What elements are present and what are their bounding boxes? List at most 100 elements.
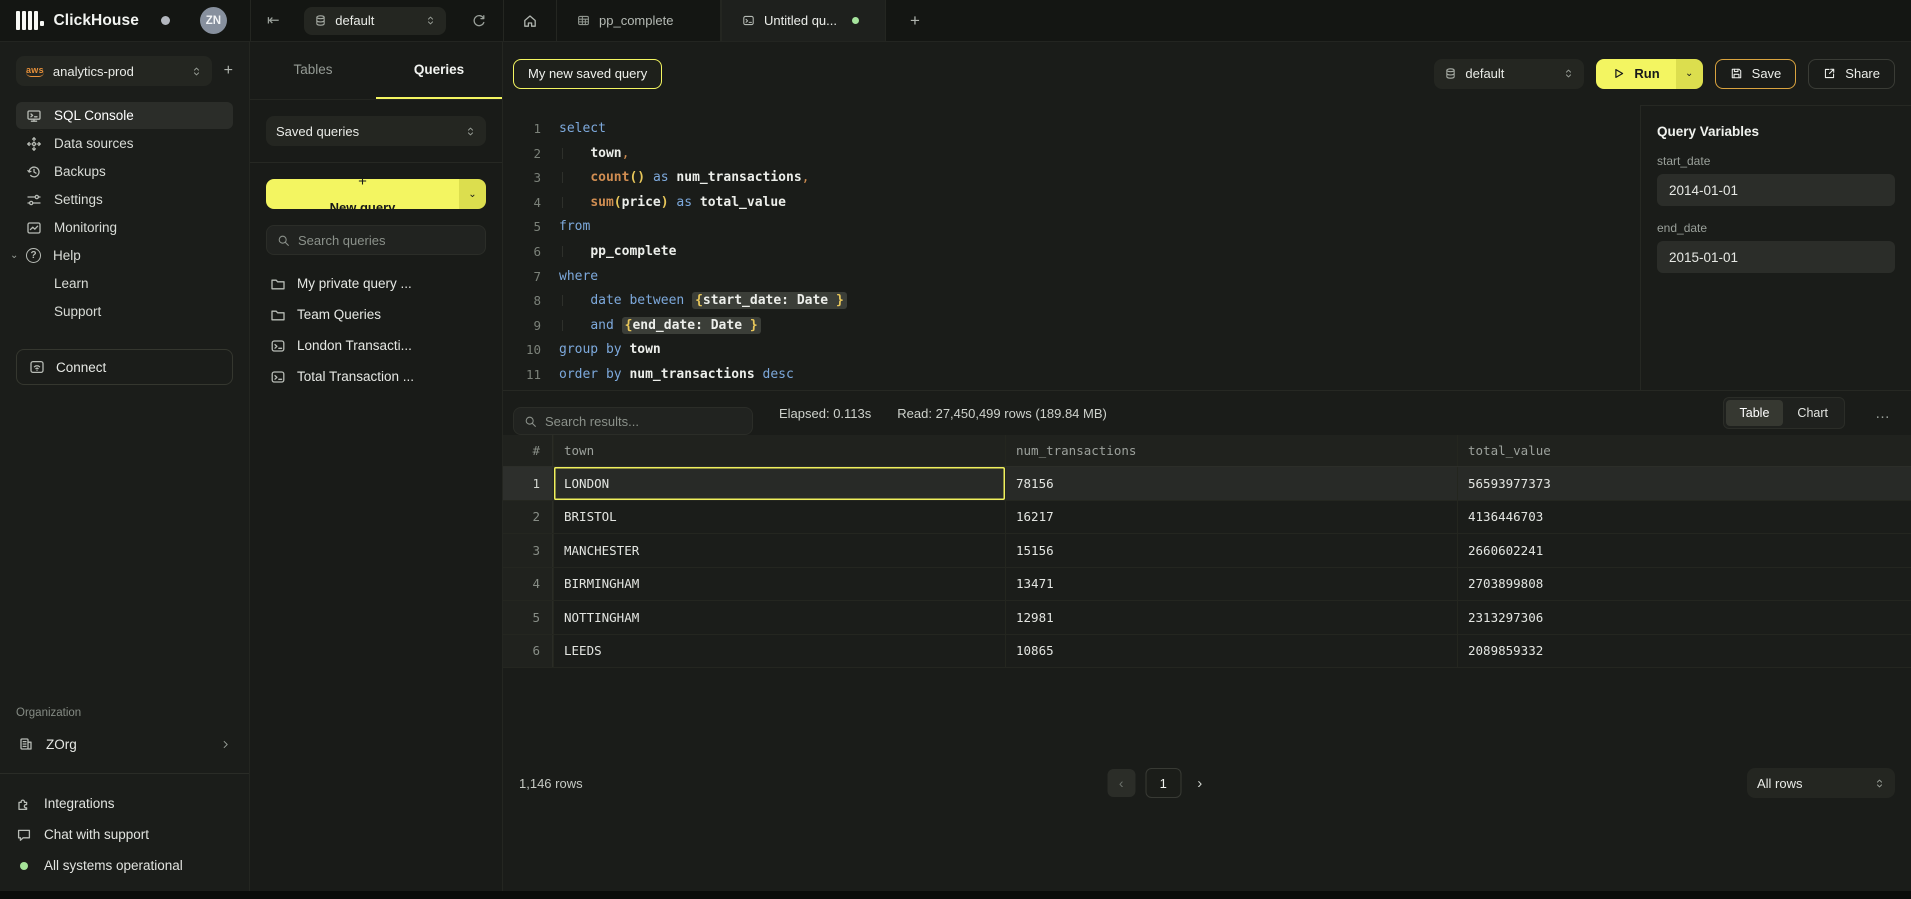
- start-date-input[interactable]: [1657, 174, 1895, 206]
- editor-database-select[interactable]: default: [1434, 59, 1584, 89]
- avatar[interactable]: ZN: [200, 7, 227, 34]
- new-query-more-button[interactable]: ⌄: [459, 179, 486, 209]
- table-cell[interactable]: LEEDS: [553, 635, 1005, 667]
- sidebar-item-chat-support[interactable]: Chat with support: [16, 821, 233, 848]
- sidebar-item-sql-console[interactable]: SQL Console: [16, 102, 233, 129]
- table-cell[interactable]: 2703899808: [1457, 568, 1911, 601]
- results-section: Elapsed: 0.113s Read: 27,450,499 rows (1…: [503, 390, 1911, 899]
- connect-button[interactable]: Connect: [16, 349, 233, 385]
- sidebar-item-learn[interactable]: Learn: [16, 270, 233, 297]
- table-cell[interactable]: 56593977373: [1457, 467, 1911, 500]
- tab-tables[interactable]: Tables: [250, 42, 376, 99]
- prev-page-button[interactable]: ‹: [1107, 769, 1135, 797]
- row-number: 4: [503, 568, 553, 601]
- list-item-query[interactable]: London Transacti...: [266, 331, 486, 360]
- query-search[interactable]: [266, 225, 486, 255]
- run-button[interactable]: Run ⌄: [1596, 59, 1702, 89]
- tab-pp-complete[interactable]: pp_complete: [556, 0, 721, 41]
- collapse-sidebar-icon[interactable]: ⇤: [267, 13, 280, 28]
- view-table-button[interactable]: Table: [1726, 400, 1784, 426]
- table-cell[interactable]: 4136446703: [1457, 501, 1911, 534]
- home-button[interactable]: [504, 0, 556, 41]
- column-header-total-value[interactable]: total_value: [1457, 435, 1911, 466]
- view-chart-button[interactable]: Chart: [1783, 400, 1842, 426]
- table-cell[interactable]: MANCHESTER: [553, 534, 1005, 567]
- list-item-query[interactable]: Total Transaction ...: [266, 362, 486, 391]
- table-cell[interactable]: 12981: [1005, 601, 1457, 634]
- table-cell[interactable]: 78156: [1005, 467, 1457, 500]
- table-cell[interactable]: 16217: [1005, 501, 1457, 534]
- sidebar-item-backups[interactable]: Backups: [16, 158, 233, 185]
- tab-label: Untitled qu...: [764, 13, 837, 28]
- notification-dot-icon: [161, 16, 170, 25]
- table-cell[interactable]: BIRMINGHAM: [553, 568, 1005, 601]
- column-header-num-transactions[interactable]: num_transactions: [1005, 435, 1457, 466]
- sidebar-item-support[interactable]: Support: [16, 298, 233, 325]
- console-icon: [26, 108, 42, 124]
- table-cell[interactable]: 2660602241: [1457, 534, 1911, 567]
- query-search-input[interactable]: [298, 233, 475, 248]
- query-variables-panel: Query Variables start_date end_date: [1640, 105, 1911, 390]
- sidebar-item-data-sources[interactable]: Data sources: [16, 130, 233, 157]
- table-cell[interactable]: BRISTOL: [553, 501, 1005, 534]
- topbar-database-select[interactable]: default: [304, 7, 446, 35]
- next-page-button[interactable]: ›: [1191, 775, 1208, 792]
- results-search[interactable]: [513, 407, 753, 435]
- table-row[interactable]: 2BRISTOL162174136446703: [503, 501, 1911, 535]
- database-icon: [1444, 67, 1457, 80]
- tab-queries[interactable]: Queries: [376, 42, 502, 99]
- folder-icon: [270, 307, 286, 323]
- table-cell[interactable]: 10865: [1005, 635, 1457, 667]
- code-lines: 1select2 town,3 count() as num_transacti…: [515, 117, 1640, 388]
- system-status[interactable]: All systems operational: [16, 852, 233, 879]
- table-cell[interactable]: 15156: [1005, 534, 1457, 567]
- list-item-folder[interactable]: Team Queries: [266, 300, 486, 329]
- table-cell[interactable]: NOTTINGHAM: [553, 601, 1005, 634]
- sidebar-item-settings[interactable]: Settings: [16, 186, 233, 213]
- help-icon: ?: [26, 248, 41, 263]
- table-cell[interactable]: 13471: [1005, 568, 1457, 601]
- table-cell[interactable]: 2089859332: [1457, 635, 1911, 667]
- new-tab-button[interactable]: +: [886, 0, 944, 41]
- end-date-input[interactable]: [1657, 241, 1895, 273]
- selected-cell[interactable]: LONDON: [553, 467, 1005, 500]
- results-table-body: 1LONDON78156565939773732BRISTOL162174136…: [503, 467, 1911, 667]
- sql-editor[interactable]: 1select2 town,3 count() as num_transacti…: [503, 105, 1640, 390]
- share-button[interactable]: Share: [1808, 59, 1895, 89]
- refresh-icon[interactable]: [471, 13, 487, 29]
- saved-query-tab[interactable]: My new saved query: [513, 59, 662, 89]
- organization-row[interactable]: ZOrg: [16, 729, 233, 759]
- sidebar-item-help[interactable]: ⌄ ? Help: [16, 242, 233, 269]
- results-search-input[interactable]: [545, 414, 742, 429]
- results-table-header: # town num_transactions total_value: [503, 435, 1911, 467]
- more-options-button[interactable]: …: [1871, 405, 1895, 422]
- code-line: 11order by num_transactions desc: [515, 363, 1640, 388]
- page-size-select[interactable]: All rows: [1747, 768, 1895, 798]
- organization-name: ZOrg: [46, 737, 77, 752]
- table-cell[interactable]: 2313297306: [1457, 601, 1911, 634]
- new-query-label: New query: [330, 200, 396, 209]
- table-row[interactable]: 1LONDON7815656593977373: [503, 467, 1911, 501]
- save-button[interactable]: Save: [1715, 59, 1797, 89]
- sidebar-nav: SQL Console Data sources Backups Setting…: [16, 102, 233, 325]
- add-service-button[interactable]: +: [224, 62, 233, 80]
- saved-queries-select[interactable]: Saved queries: [266, 116, 486, 146]
- run-options-button[interactable]: ⌄: [1676, 59, 1703, 89]
- connect-label: Connect: [56, 360, 106, 375]
- brand-name: ClickHouse: [54, 12, 139, 30]
- tab-untitled-query[interactable]: Untitled qu...: [721, 0, 886, 41]
- page-number-input[interactable]: [1145, 768, 1181, 798]
- table-row[interactable]: 4BIRMINGHAM134712703899808: [503, 568, 1911, 602]
- table-row[interactable]: 6LEEDS108652089859332: [503, 635, 1911, 667]
- sidebar-item-monitoring[interactable]: Monitoring: [16, 214, 233, 241]
- table-row[interactable]: 3MANCHESTER151562660602241: [503, 534, 1911, 568]
- table-row[interactable]: 5NOTTINGHAM129812313297306: [503, 601, 1911, 635]
- service-select[interactable]: aws analytics-prod: [16, 56, 212, 86]
- saved-queries-value: Saved queries: [276, 124, 457, 139]
- sidebar-item-integrations[interactable]: Integrations: [16, 790, 233, 817]
- new-query-button[interactable]: +New query ⌄: [266, 179, 486, 209]
- code-line: 7where: [515, 265, 1640, 290]
- list-item-folder[interactable]: My private query ...: [266, 269, 486, 298]
- saved-query-list: My private query ... Team Queries London…: [266, 269, 486, 391]
- column-header-town[interactable]: town: [553, 435, 1005, 466]
